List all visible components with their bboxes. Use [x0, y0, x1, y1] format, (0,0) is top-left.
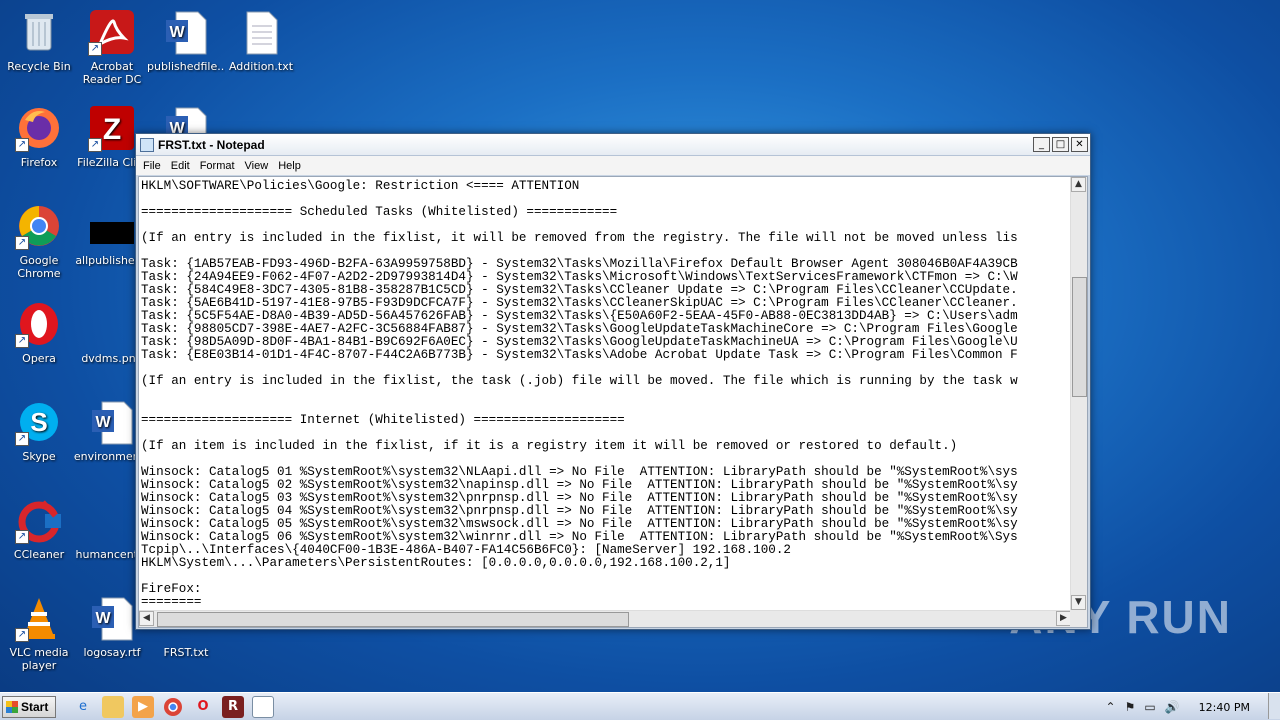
clock[interactable]: 12:40 PM — [1199, 701, 1250, 714]
acrobat-icon: ↗ — [88, 8, 136, 56]
shortcut-arrow-icon: ↗ — [88, 138, 102, 152]
show-desktop-button[interactable] — [1268, 693, 1280, 719]
png-file-icon — [88, 300, 136, 348]
desktop-icon-label: logosay.rtf — [83, 646, 141, 659]
menu-edit[interactable]: Edit — [166, 160, 195, 172]
svg-text:Z: Z — [103, 113, 121, 146]
internet-explorer-icon[interactable]: e — [72, 696, 94, 718]
network-icon[interactable]: ▭ — [1144, 700, 1155, 714]
text-file-icon — [237, 8, 285, 56]
desktop-icon-label: Google Chrome — [17, 254, 61, 280]
start-label: Start — [21, 699, 49, 714]
scroll-down-icon[interactable]: ▼ — [1071, 595, 1086, 610]
menu-bar: File Edit Format View Help — [136, 156, 1090, 175]
document-text[interactable]: HKLM\SOFTWARE\Policies\Google: Restricti… — [139, 177, 1071, 610]
desktop-icon-acrobat[interactable]: ↗ Acrobat Reader DC — [73, 8, 151, 86]
desktop-icon-label: VLC media player — [9, 646, 69, 672]
frst-app-icon[interactable]: R — [222, 695, 244, 718]
taskbar: Start e ▶ O R ⌃ ⚑ ▭ 🔊 12:40 PM — [0, 692, 1280, 720]
show-hidden-icons-icon[interactable]: ⌃ — [1106, 700, 1116, 714]
chrome-icon: ↗ — [15, 202, 63, 250]
desktop-icon-label: publishedfile... — [147, 60, 225, 73]
horizontal-scrollbar[interactable]: ◀ ▶ — [139, 610, 1071, 627]
shortcut-arrow-icon: ↗ — [15, 334, 29, 348]
volume-icon[interactable]: 🔊 — [1165, 700, 1180, 714]
menu-help[interactable]: Help — [273, 160, 306, 172]
desktop-icon-chrome[interactable]: ↗ Google Chrome — [0, 202, 78, 280]
black-image-icon — [88, 202, 136, 250]
scroll-left-icon[interactable]: ◀ — [139, 611, 154, 626]
desktop-icon-skype[interactable]: S ↗ Skype — [0, 398, 78, 463]
svg-text:W: W — [169, 24, 185, 41]
chrome-taskbar-icon[interactable] — [162, 696, 184, 718]
desktop-icon-publishedfile[interactable]: W publishedfile... — [147, 8, 225, 73]
desktop-icon-opera[interactable]: ↗ Opera — [0, 300, 78, 365]
shortcut-arrow-icon: ↗ — [15, 530, 29, 544]
skype-icon: S ↗ — [15, 398, 63, 446]
horizontal-scroll-thumb[interactable] — [157, 612, 629, 627]
desktop-icon-label: Skype — [22, 450, 56, 463]
resize-grip[interactable] — [1070, 610, 1087, 627]
desktop-icon-ccleaner[interactable]: ↗ CCleaner — [0, 496, 78, 561]
vertical-scrollbar[interactable]: ▲ ▼ — [1070, 177, 1087, 610]
title-bar[interactable]: FRST.txt - Notepad _ □ ✕ — [136, 134, 1090, 156]
desktop-icon-label: FRST.txt — [163, 646, 209, 659]
notepad-taskbar-icon[interactable] — [252, 695, 274, 718]
desktop-icon-label: Addition.txt — [228, 60, 294, 73]
desktop-icon-recycle-bin[interactable]: Recycle Bin — [0, 8, 78, 73]
opera-taskbar-icon[interactable]: O — [192, 696, 214, 718]
start-button[interactable]: Start — [2, 695, 56, 718]
system-tray: ⌃ ⚑ ▭ 🔊 12:40 PM — [1106, 693, 1280, 720]
close-button[interactable]: ✕ — [1071, 137, 1088, 152]
desktop-icon-label: Recycle Bin — [7, 60, 71, 73]
shortcut-arrow-icon: ↗ — [15, 138, 29, 152]
word-document-icon: W — [162, 8, 210, 56]
menu-view[interactable]: View — [240, 160, 274, 172]
svg-text:S: S — [30, 407, 47, 437]
desktop-icon-label: Firefox — [20, 156, 58, 169]
firefox-icon: ↗ — [15, 104, 63, 152]
action-center-flag-icon[interactable]: ⚑ — [1125, 700, 1136, 714]
desktop-icon-label: CCleaner — [13, 548, 65, 561]
scroll-up-icon[interactable]: ▲ — [1071, 177, 1086, 192]
windows-logo-icon — [6, 700, 18, 713]
svg-text:W: W — [95, 610, 111, 627]
shortcut-arrow-icon: ↗ — [15, 628, 29, 642]
vertical-scroll-thumb[interactable] — [1072, 277, 1087, 397]
desktop-icon-vlc[interactable]: ↗ VLC media player — [0, 594, 78, 672]
scroll-right-icon[interactable]: ▶ — [1056, 611, 1071, 626]
ccleaner-icon: ↗ — [15, 496, 63, 544]
opera-icon: ↗ — [15, 300, 63, 348]
window-title: FRST.txt - Notepad — [158, 137, 265, 152]
vlc-icon: ↗ — [15, 594, 63, 642]
notepad-app-icon — [140, 137, 154, 152]
notepad-window[interactable]: FRST.txt - Notepad _ □ ✕ File Edit Forma… — [135, 133, 1091, 630]
recycle-bin-icon — [15, 8, 63, 56]
file-icon — [88, 496, 136, 544]
svg-text:W: W — [95, 414, 111, 431]
media-player-icon[interactable]: ▶ — [132, 695, 154, 718]
minimize-button[interactable]: _ — [1033, 137, 1050, 152]
shortcut-arrow-icon: ↗ — [88, 42, 102, 56]
desktop-icon-firefox[interactable]: ↗ Firefox — [0, 104, 78, 169]
menu-file[interactable]: File — [138, 160, 166, 172]
desktop-icon-addition[interactable]: Addition.txt — [222, 8, 300, 73]
desktop-icon-label: Acrobat Reader DC — [82, 60, 142, 86]
word-document-icon: W — [88, 398, 136, 446]
file-explorer-icon[interactable] — [102, 695, 124, 718]
maximize-button[interactable]: □ — [1052, 137, 1069, 152]
desktop-icon-label: Opera — [22, 352, 56, 365]
shortcut-arrow-icon: ↗ — [15, 236, 29, 250]
filezilla-icon: Z ↗ — [88, 104, 136, 152]
word-document-icon: W — [88, 594, 136, 642]
text-editor[interactable]: HKLM\SOFTWARE\Policies\Google: Restricti… — [138, 176, 1088, 628]
menu-format[interactable]: Format — [195, 160, 240, 172]
shortcut-arrow-icon: ↗ — [15, 432, 29, 446]
